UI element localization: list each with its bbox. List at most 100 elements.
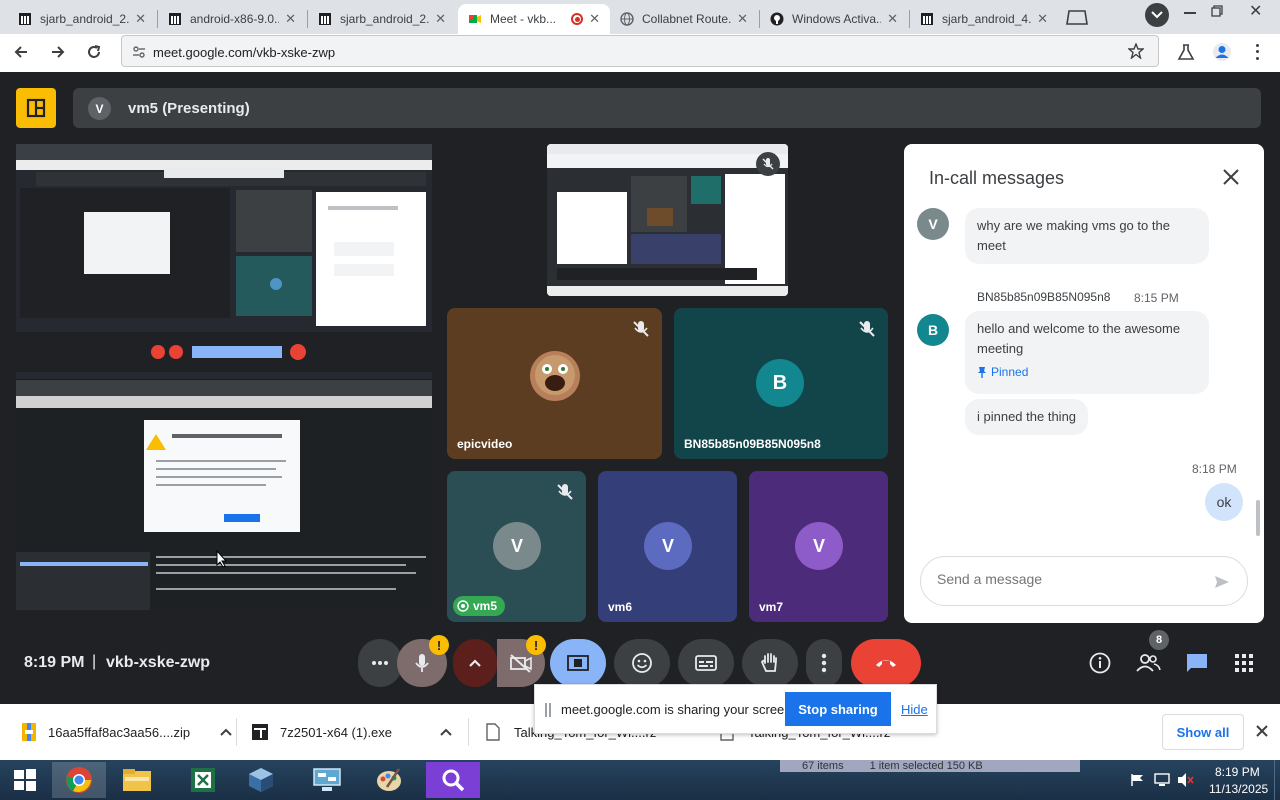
message-input[interactable] xyxy=(937,571,1197,587)
close-icon[interactable]: ✕ xyxy=(589,11,600,27)
close-icon[interactable]: ✕ xyxy=(285,11,296,27)
forward-icon[interactable] xyxy=(50,44,66,60)
tab-icon xyxy=(1066,10,1088,25)
scrollbar-thumb[interactable] xyxy=(1256,500,1260,536)
participant-name: vm6 xyxy=(608,600,633,614)
tab-sjarb-android-4[interactable]: sjarb_android_4... ✕ xyxy=(910,4,1058,34)
site-info-icon[interactable] xyxy=(132,45,146,59)
taskbar-network-app[interactable] xyxy=(300,762,354,798)
start-button[interactable] xyxy=(0,762,50,798)
volume-muted-icon[interactable] xyxy=(1177,772,1195,788)
companion-mode-button[interactable] xyxy=(16,88,56,128)
reload-icon[interactable] xyxy=(86,44,102,60)
sharing-message: meet.google.com is sharing your screen. xyxy=(561,702,796,717)
participant-name: epicvideo xyxy=(457,437,513,451)
restore-button[interactable] xyxy=(1211,4,1225,18)
more-options-button[interactable] xyxy=(806,639,842,687)
reactions-button[interactable] xyxy=(614,639,670,687)
people-button[interactable] xyxy=(1135,652,1161,674)
address-bar[interactable]: meet.google.com/vkb-xske-zwp xyxy=(121,35,1159,67)
more-controls-button[interactable] xyxy=(358,639,402,687)
taskbar-clock-date[interactable]: 11/13/2025 xyxy=(1209,782,1268,796)
network-icon[interactable] xyxy=(1154,772,1170,788)
window-close-button[interactable]: ✕ xyxy=(1249,1,1262,21)
taskbar-paint[interactable] xyxy=(362,762,416,798)
leave-call-button[interactable] xyxy=(851,639,921,687)
bookmark-star-icon[interactable] xyxy=(1128,43,1144,59)
chevron-up-icon[interactable] xyxy=(440,728,452,736)
present-screen-icon xyxy=(567,655,589,671)
show-all-downloads-button[interactable]: Show all xyxy=(1162,714,1244,750)
close-icon[interactable]: ✕ xyxy=(737,11,748,27)
tab-search-button[interactable] xyxy=(1145,3,1169,27)
activities-button[interactable] xyxy=(1235,654,1253,672)
magnifier-icon xyxy=(442,769,465,792)
taskbar-clock-time[interactable]: 8:19 PM xyxy=(1215,765,1260,779)
meeting-time: 8:19 PM xyxy=(24,654,85,671)
tab-android-x86[interactable]: android-x86-9.0... ✕ xyxy=(158,4,306,34)
new-tab-button[interactable] xyxy=(1064,8,1090,26)
message-input-box[interactable] xyxy=(920,556,1248,606)
presenting-bar: V vm5 (Presenting) xyxy=(73,88,1261,128)
back-icon[interactable] xyxy=(13,44,29,60)
restore-icon xyxy=(1211,5,1223,17)
tab-sjarb-android-1[interactable]: sjarb_android_2... ✕ xyxy=(8,4,156,34)
taskbar-file-explorer[interactable] xyxy=(110,762,164,798)
participant-tile-epicvideo[interactable]: epicvideo xyxy=(447,308,662,459)
download-item[interactable]: 7z2501-x64 (1).exe xyxy=(252,704,452,760)
minimize-button[interactable] xyxy=(1184,4,1200,20)
meeting-details-button[interactable] xyxy=(1089,652,1111,674)
download-item[interactable]: 16aa5ffaf8ac3aa56....zip xyxy=(22,704,232,760)
raise-hand-button[interactable] xyxy=(742,639,798,687)
chat-message-pinned[interactable]: hello and welcome to the awesome meeting… xyxy=(965,311,1209,394)
audio-options-button[interactable] xyxy=(453,639,497,687)
hide-banner-link[interactable]: Hide xyxy=(901,702,928,717)
show-desktop-button[interactable] xyxy=(1274,760,1280,800)
close-icon[interactable]: ✕ xyxy=(1037,11,1048,27)
tab-title: Windows Activa... xyxy=(792,12,882,26)
chevron-up-icon[interactable] xyxy=(220,728,232,736)
stop-sharing-button[interactable]: Stop sharing xyxy=(785,692,891,726)
in-call-messages-panel: In-call messages V why are we making vms… xyxy=(904,144,1264,623)
archive-icon xyxy=(169,13,181,25)
tab-windows-activation[interactable]: Windows Activa... ✕ xyxy=(760,4,908,34)
send-icon[interactable] xyxy=(1213,573,1231,591)
participant-name: vm7 xyxy=(759,600,784,614)
taskbar-virtualbox[interactable] xyxy=(234,762,288,798)
participant-tile-vm7[interactable]: V vm7 xyxy=(749,471,888,622)
labs-flask-icon[interactable] xyxy=(1177,43,1195,61)
flag-notification-icon[interactable] xyxy=(1130,773,1146,787)
tab-collabnet[interactable]: Collabnet Route... ✕ xyxy=(610,4,758,34)
download-filename: 7z2501-x64 (1).exe xyxy=(280,724,393,740)
taskbar-chrome[interactable] xyxy=(52,762,106,798)
close-download-shelf-button[interactable] xyxy=(1255,724,1269,738)
emoji-icon xyxy=(632,653,652,673)
taskbar-excel[interactable] xyxy=(176,762,230,798)
captions-button[interactable] xyxy=(678,639,734,687)
presentation-tile[interactable] xyxy=(16,144,432,622)
participant-tile-bn85b85n09[interactable]: B BN85b85n09B85N095n8 xyxy=(674,308,888,459)
present-frame-icon xyxy=(26,98,46,118)
self-presentation-tile[interactable] xyxy=(547,144,788,296)
tab-meet[interactable]: Meet - vkb... ✕ xyxy=(458,4,610,34)
download-divider xyxy=(236,718,237,746)
taskbar-search-app[interactable] xyxy=(426,762,480,798)
drag-handle[interactable] xyxy=(545,703,551,717)
profile-icon[interactable] xyxy=(1212,42,1232,62)
more-menu-button[interactable] xyxy=(1254,42,1260,62)
tab-sjarb-android-2[interactable]: sjarb_android_2... ✕ xyxy=(308,4,456,34)
close-icon[interactable]: ✕ xyxy=(435,11,446,27)
mic-off-icon xyxy=(557,484,573,500)
archive-icon xyxy=(19,13,31,25)
present-now-button[interactable] xyxy=(550,639,606,687)
close-icon[interactable]: ✕ xyxy=(887,11,898,27)
explorer-selection-info: 1 item selected 150 KB xyxy=(869,760,983,772)
presenter-avatar: V xyxy=(88,97,111,120)
close-panel-button[interactable] xyxy=(1222,168,1240,186)
close-icon[interactable]: ✕ xyxy=(135,11,146,27)
participant-tile-vm5[interactable]: V vm5 xyxy=(447,471,586,622)
meeting-info-separator: | xyxy=(92,653,97,670)
participant-avatar: V xyxy=(795,522,843,570)
participant-tile-vm6[interactable]: V vm6 xyxy=(598,471,737,622)
chat-button[interactable] xyxy=(1185,652,1209,674)
